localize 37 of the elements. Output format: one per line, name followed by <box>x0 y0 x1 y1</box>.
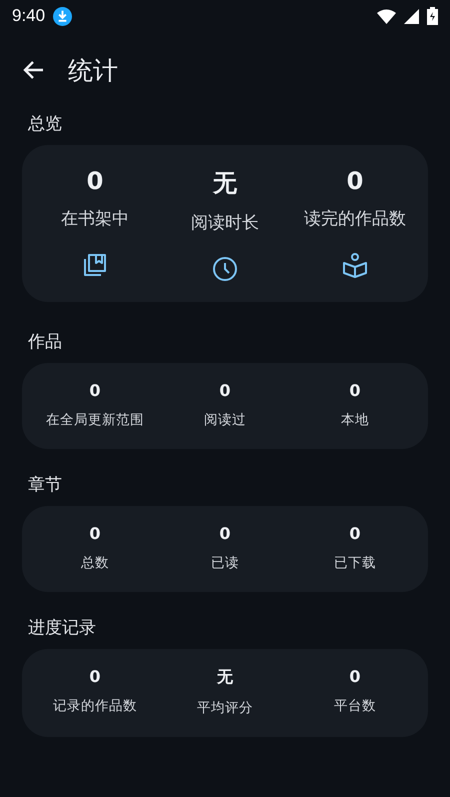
stat-value: 0 <box>89 524 101 543</box>
stat-label: 在全局更新范围 <box>46 411 144 429</box>
stat-value: 无 <box>217 667 233 688</box>
wifi-icon <box>377 8 396 24</box>
stat-label: 平台数 <box>334 697 376 715</box>
stat-label: 阅读过 <box>204 411 246 429</box>
stat-label: 阅读时长 <box>191 212 259 234</box>
stat-value: 0 <box>89 667 101 686</box>
section-title: 总览 <box>27 113 63 136</box>
status-time: 9:40 <box>12 6 46 26</box>
stat-label: 已读 <box>211 554 239 572</box>
stat-value: 0 <box>346 167 364 195</box>
stat-label: 记录的作品数 <box>53 697 137 715</box>
bookmark-stack-icon <box>82 252 108 278</box>
stat-label: 总数 <box>81 554 109 572</box>
signal-icon <box>404 8 419 24</box>
page-title: 统计 <box>68 54 118 86</box>
stat-label: 本地 <box>341 411 369 429</box>
section-title: 章节 <box>27 474 63 497</box>
reader-book-icon <box>342 252 368 278</box>
stat-label: 在书架中 <box>61 208 129 230</box>
section-title: 作品 <box>27 331 63 354</box>
clock-icon <box>212 256 238 282</box>
download-icon <box>53 6 72 26</box>
stat-label: 已下载 <box>334 554 376 572</box>
stat-value: 0 <box>86 167 104 195</box>
stat-value: 0 <box>89 381 101 400</box>
stat-value: 0 <box>219 381 231 400</box>
battery-icon <box>427 7 438 25</box>
stat-value: 0 <box>219 524 231 543</box>
stat-value: 0 <box>349 381 361 400</box>
stat-value: 0 <box>349 667 361 686</box>
stat-label: 读完的作品数 <box>304 208 406 230</box>
stat-value: 无 <box>213 168 237 199</box>
section-title: 进度记录 <box>27 617 97 640</box>
stat-label: 平均评分 <box>197 699 253 717</box>
stat-value: 0 <box>349 524 361 543</box>
